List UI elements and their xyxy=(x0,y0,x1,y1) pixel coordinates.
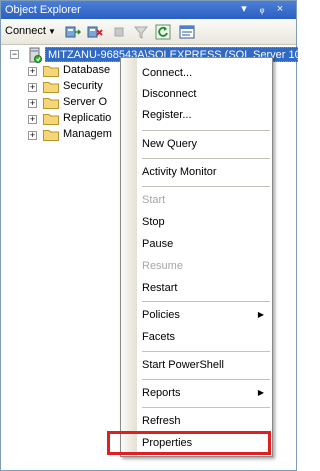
highlight-box xyxy=(107,431,271,455)
object-explorer-window: Object Explorer ▾ ᵩ × Connect ▼ − MITZAN… xyxy=(0,0,304,471)
menu-icon-gutter xyxy=(121,58,137,456)
close-icon[interactable]: × xyxy=(273,2,287,16)
tree-node-replication[interactable]: + Replicatio xyxy=(1,111,121,127)
expand-icon[interactable]: + xyxy=(28,83,37,92)
filter-icon[interactable] xyxy=(133,24,149,40)
expand-icon[interactable]: + xyxy=(28,115,37,124)
menu-item-restart[interactable]: Restart xyxy=(142,279,272,297)
summary-icon[interactable] xyxy=(179,24,195,40)
menu-item-pause[interactable]: Pause xyxy=(142,235,272,253)
menu-item-label: Policies xyxy=(142,309,180,321)
refresh-icon[interactable] xyxy=(155,24,171,40)
menu-item-new-query[interactable]: New Query xyxy=(142,135,272,153)
menu-item-facets[interactable]: Facets xyxy=(142,328,272,346)
folder-icon xyxy=(43,98,59,109)
window-title: Object Explorer xyxy=(5,4,81,16)
menu-item-policies[interactable]: Policies ▶ xyxy=(142,306,272,324)
connect-button[interactable]: Connect ▼ xyxy=(5,25,56,37)
menu-item-label: Reports xyxy=(142,387,181,399)
connect-dropdown-arrow-icon[interactable]: ▼ xyxy=(48,27,56,36)
folder-icon xyxy=(43,130,59,141)
disconnect-icon[interactable] xyxy=(87,24,103,40)
toolbar: Connect ▼ xyxy=(1,19,296,45)
expand-icon[interactable]: + xyxy=(28,131,37,140)
menu-separator xyxy=(142,186,270,187)
menu-separator xyxy=(142,407,270,408)
menu-separator xyxy=(142,158,270,159)
menu-item-connect[interactable]: Connect... xyxy=(142,64,272,82)
collapse-icon[interactable]: − xyxy=(10,50,19,59)
tree-node-server-objects[interactable]: + Server O xyxy=(1,95,121,111)
menu-separator xyxy=(142,301,270,302)
tree-node-label: Security xyxy=(63,80,103,92)
menu-separator xyxy=(142,379,270,380)
window-position-dropdown-icon[interactable]: ▾ xyxy=(237,2,251,16)
connect-label: Connect xyxy=(5,25,46,37)
folder-icon xyxy=(43,66,59,77)
title-bar: Object Explorer ▾ ᵩ × xyxy=(1,1,296,19)
auto-hide-pin-icon[interactable]: ᵩ xyxy=(255,2,269,16)
expand-icon[interactable]: + xyxy=(28,67,37,76)
menu-item-reports[interactable]: Reports ▶ xyxy=(142,384,272,402)
menu-item-start[interactable]: Start xyxy=(142,191,272,209)
menu-item-activity-monitor[interactable]: Activity Monitor xyxy=(142,163,272,181)
submenu-arrow-icon: ▶ xyxy=(257,310,264,319)
menu-item-register[interactable]: Register... xyxy=(142,106,272,124)
stop-icon[interactable] xyxy=(111,24,127,40)
tree-node-label: Replicatio xyxy=(63,112,112,124)
context-menu: Connect... Disconnect Register... New Qu… xyxy=(120,57,273,457)
folder-icon xyxy=(43,114,59,125)
submenu-arrow-icon: ▶ xyxy=(257,388,264,397)
menu-item-resume[interactable]: Resume xyxy=(142,257,272,275)
tree-node-label: Database xyxy=(63,64,111,76)
server-icon xyxy=(29,47,42,63)
tree-node-label: Managem xyxy=(63,128,112,140)
folder-icon xyxy=(43,82,59,93)
menu-item-refresh[interactable]: Refresh xyxy=(142,412,272,430)
tree-node-databases[interactable]: + Database xyxy=(1,63,121,79)
expand-icon[interactable]: + xyxy=(28,99,37,108)
menu-item-stop[interactable]: Stop xyxy=(142,213,272,231)
connect-object-explorer-icon[interactable] xyxy=(65,24,81,40)
menu-separator xyxy=(142,130,270,131)
menu-item-disconnect[interactable]: Disconnect xyxy=(142,85,272,103)
tree-node-management[interactable]: + Managem xyxy=(1,127,121,143)
menu-separator xyxy=(142,351,270,352)
menu-item-start-powershell[interactable]: Start PowerShell xyxy=(142,356,272,374)
tree-node-label: Server O xyxy=(63,96,108,108)
tree-node-security[interactable]: + Security xyxy=(1,79,121,95)
